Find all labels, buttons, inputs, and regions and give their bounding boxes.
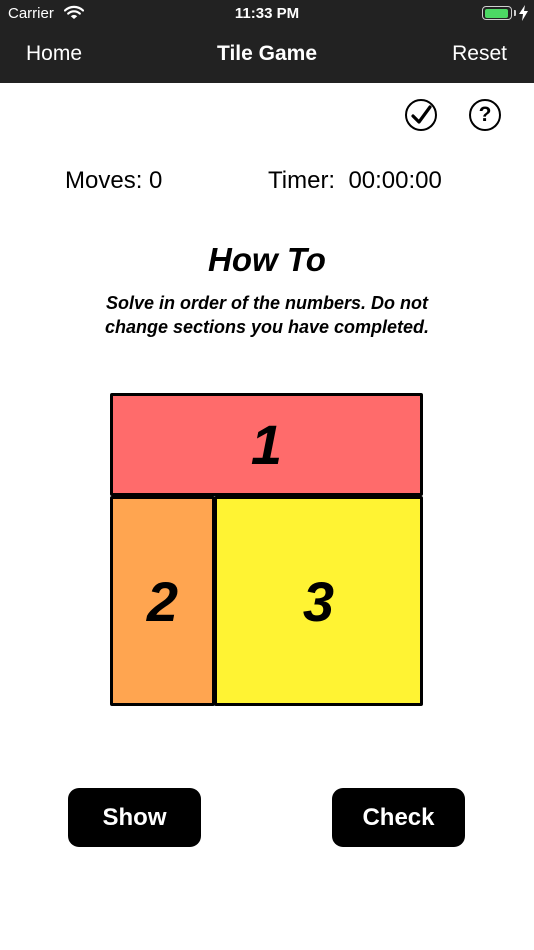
reset-button[interactable]: Reset	[452, 42, 507, 66]
howto-line-1: Solve in order of the numbers. Do not	[105, 293, 429, 313]
check-button[interactable]: Check	[332, 788, 465, 847]
timer-display: Timer: 00:00:00	[268, 167, 442, 194]
tile-1[interactable]: 1	[110, 393, 423, 496]
battery-icon	[482, 6, 512, 20]
home-button[interactable]: Home	[26, 42, 82, 66]
status-bar: Carrier 11:33 PM	[0, 0, 534, 28]
howto-line-2: change sections you have completed.	[104, 317, 430, 337]
tile-3[interactable]: 3	[214, 496, 423, 706]
howto-title: How To	[208, 241, 326, 278]
checkmark-icon[interactable]	[405, 99, 437, 131]
status-time: 11:33 PM	[234, 5, 300, 22]
howto-instructions: Solve in order of the numbers. Do not ch…	[50, 291, 484, 339]
navigation-bar: Home Tile Game Reset	[0, 28, 534, 83]
help-button[interactable]: ?	[469, 99, 501, 131]
charging-bolt-icon	[519, 5, 528, 26]
tile-2[interactable]: 2	[110, 496, 215, 706]
battery-level	[484, 8, 509, 18]
moves-counter: Moves: 0	[65, 167, 163, 194]
show-button[interactable]: Show	[68, 788, 201, 847]
battery-cap	[514, 10, 516, 16]
